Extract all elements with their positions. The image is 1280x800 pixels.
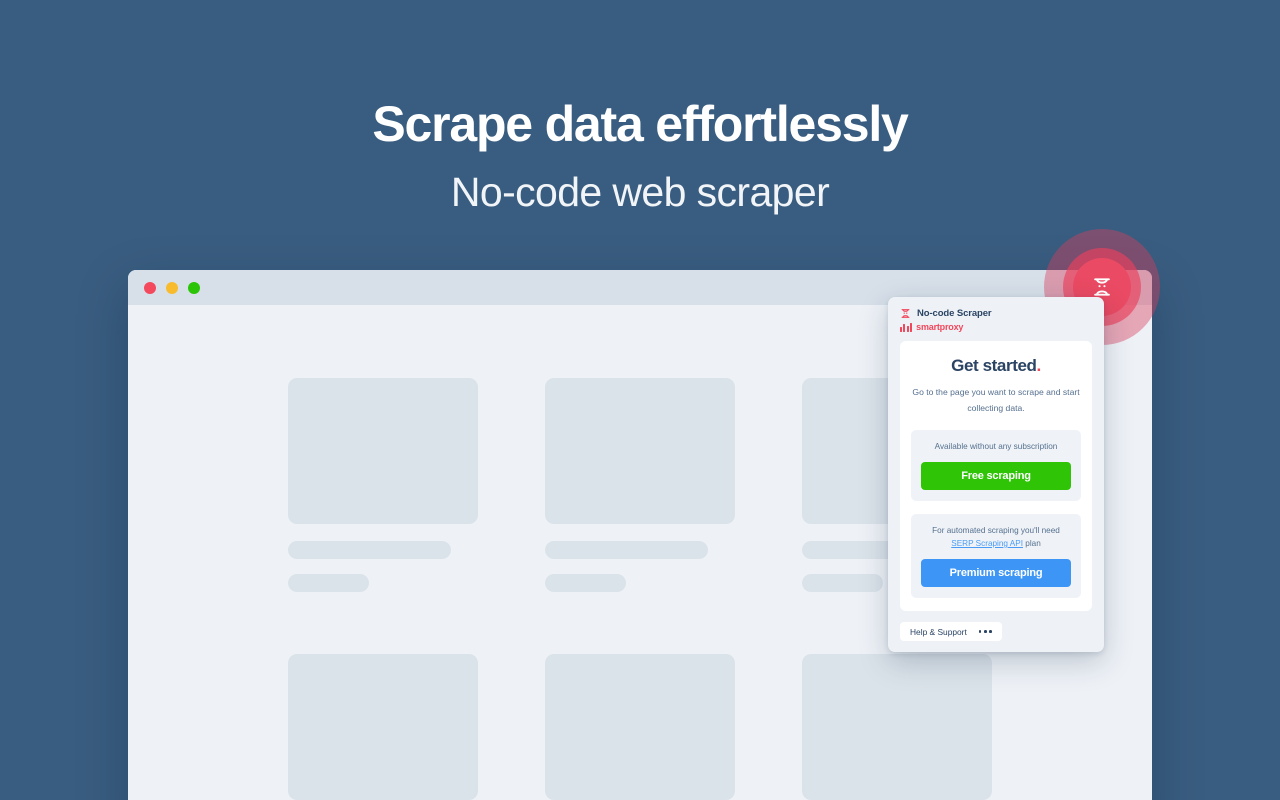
skeleton-card [802, 654, 992, 800]
skeleton-thumbnail [288, 654, 478, 800]
window-maximize-button[interactable] [188, 281, 200, 294]
offer-premium: For automated scraping you'll need SERP … [911, 513, 1081, 599]
offer-premium-text: For automated scraping you'll need SERP … [921, 524, 1071, 550]
help-and-support-pill[interactable]: Help & Support [900, 622, 1002, 642]
skeleton-line [802, 574, 883, 592]
premium-scraping-button[interactable]: Premium scraping [921, 559, 1071, 588]
hero-section: Scrape data effortlessly No-code web scr… [0, 0, 1280, 217]
skeleton-line [545, 541, 708, 559]
popup-intro-text: Go to the page you want to scrape and st… [912, 387, 1080, 413]
company-name: smartproxy [916, 322, 964, 332]
popup-header: No-code Scraper smartproxy [888, 297, 1104, 341]
skeleton-line [288, 541, 451, 559]
skeleton-card [545, 654, 735, 800]
company-row: smartproxy [900, 322, 1092, 332]
page-subtitle: No-code web scraper [450, 169, 830, 215]
ellipsis-icon[interactable] [978, 630, 992, 633]
skeleton-card [288, 654, 478, 800]
help-support-label: Help & Support [910, 626, 967, 637]
popup-main-card: Get started. Go to the page you want to … [900, 341, 1092, 612]
hourglass-icon [901, 309, 910, 318]
popup-heading-text: Get started [951, 356, 1037, 375]
brand-name: No-code Scraper [917, 308, 992, 319]
signal-bars-icon [900, 322, 913, 332]
window-close-button[interactable] [144, 281, 156, 294]
skeleton-thumbnail [802, 654, 992, 800]
skeleton-card [545, 378, 735, 592]
skeleton-line [545, 574, 626, 592]
skeleton-thumbnail [545, 654, 735, 800]
popup-footer: Help & Support [900, 622, 1092, 642]
offer-free: Available without any subscription Free … [911, 429, 1081, 501]
serp-scraping-api-link[interactable]: SERP Scraping API [951, 539, 1023, 548]
popup-heading-accent: . [1036, 356, 1042, 375]
window-minimize-button[interactable] [166, 281, 178, 294]
skeleton-line [288, 574, 369, 592]
offer-premium-text-after: plan [1023, 539, 1041, 549]
offer-premium-text-before: For automated scraping you'll need [932, 525, 1060, 535]
popup-heading: Get started. [911, 356, 1081, 376]
offer-free-text: Available without any subscription [934, 441, 1058, 451]
brand-row: No-code Scraper [900, 308, 1092, 319]
skeleton-thumbnail [288, 378, 478, 524]
skeleton-thumbnail [545, 378, 735, 524]
hourglass-icon [1094, 278, 1110, 296]
extension-popup: No-code Scraper smartproxy Get started. … [888, 297, 1104, 653]
skeleton-card [288, 378, 478, 592]
page-title: Scrape data effortlessly [372, 96, 909, 152]
free-scraping-button[interactable]: Free scraping [921, 461, 1071, 490]
